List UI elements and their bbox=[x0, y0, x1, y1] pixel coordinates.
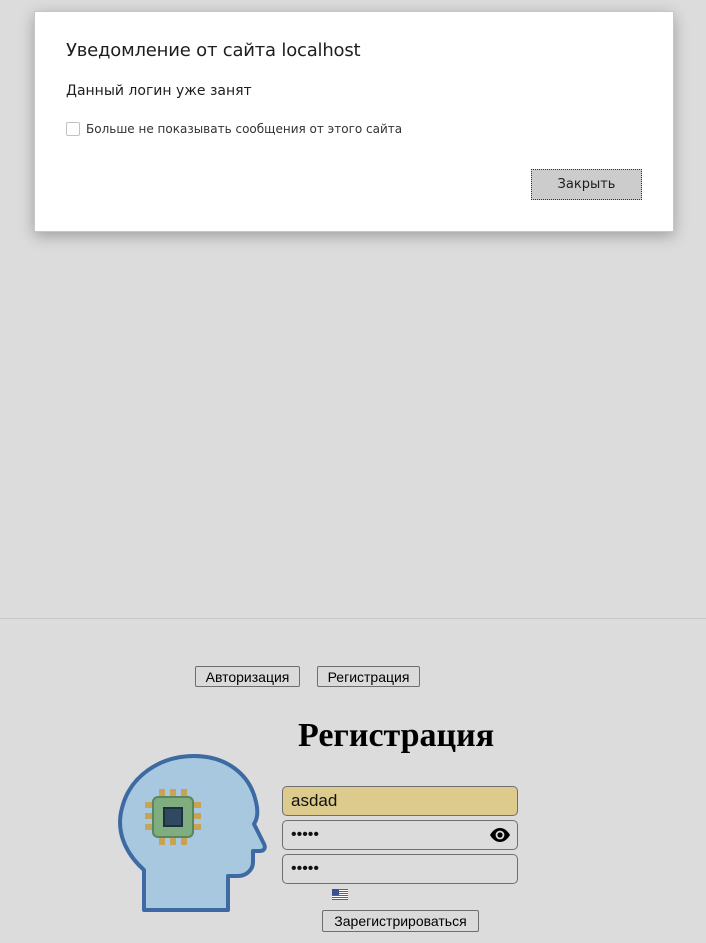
page: Уведомление от сайта localhost Данный ло… bbox=[0, 0, 706, 943]
password-value: ••••• bbox=[291, 826, 320, 843]
password-input[interactable]: ••••• bbox=[282, 820, 518, 850]
suppress-dialogs-row[interactable]: Больше не показывать сообщения от этого … bbox=[66, 122, 402, 136]
password-confirm-value: ••••• bbox=[291, 860, 320, 877]
head-chip-icon bbox=[118, 754, 267, 912]
password-confirm-input[interactable]: ••••• bbox=[282, 854, 518, 884]
suppress-dialogs-label[interactable]: Больше не показывать сообщения от этого … bbox=[86, 122, 402, 136]
suppress-dialogs-checkbox[interactable] bbox=[66, 122, 80, 136]
page-title: Регистрация bbox=[298, 717, 495, 754]
register-tab-button[interactable]: Регистрация bbox=[317, 666, 420, 687]
close-button[interactable]: Закрыть bbox=[531, 169, 642, 200]
dialog-title: Уведомление от сайта localhost bbox=[66, 40, 361, 61]
register-submit-button[interactable]: Зарегистрироваться bbox=[322, 910, 479, 932]
eye-icon[interactable] bbox=[489, 827, 511, 843]
divider bbox=[0, 618, 706, 619]
dialog-message: Данный логин уже занят bbox=[66, 83, 252, 99]
us-flag-icon[interactable] bbox=[332, 889, 348, 900]
auth-tab-button[interactable]: Авторизация bbox=[195, 666, 300, 687]
login-input[interactable]: asdad bbox=[282, 786, 518, 816]
alert-dialog: Уведомление от сайта localhost Данный ло… bbox=[34, 11, 674, 232]
